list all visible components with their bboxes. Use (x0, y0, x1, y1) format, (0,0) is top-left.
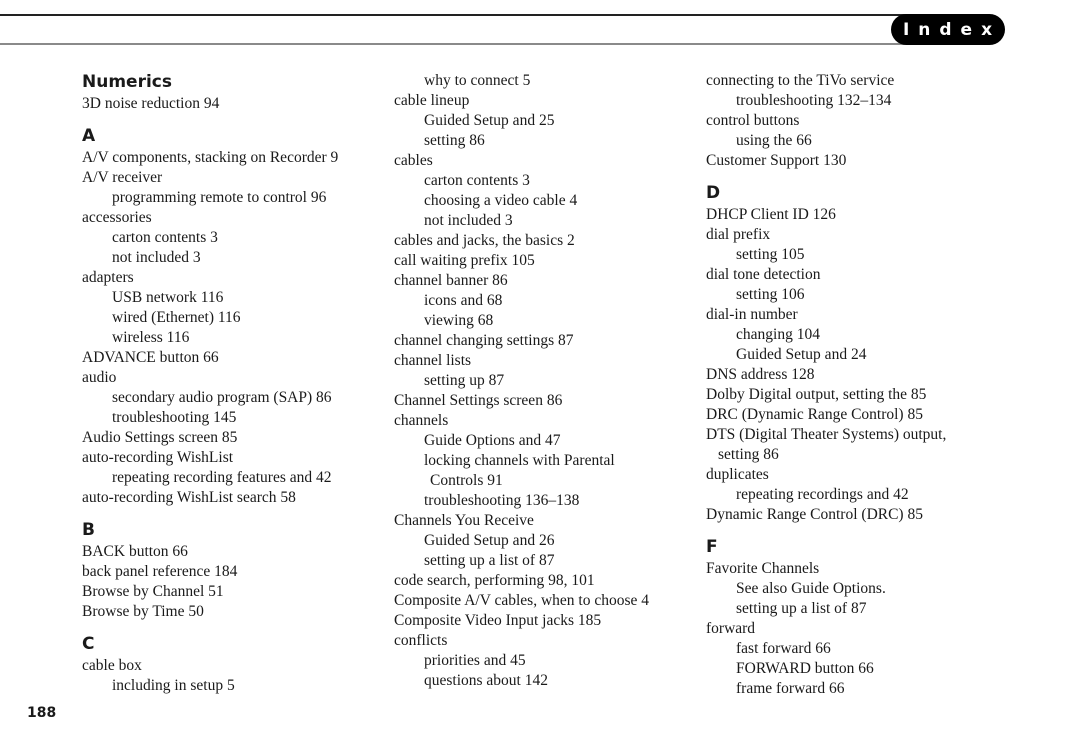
index-subentry: priorities and 45 (424, 652, 526, 669)
index-subentry: setting 105 (736, 246, 805, 263)
index-entry: control buttons (706, 112, 800, 129)
index-entry: dial-in number (706, 306, 798, 323)
index-subentry: setting 106 (736, 286, 805, 303)
index-entry: Channels You Receive (394, 512, 534, 529)
index-subentry: fast forward 66 (736, 640, 831, 657)
index-subentry: troubleshooting 145 (112, 409, 237, 426)
index-entry: Audio Settings screen 85 (82, 429, 238, 446)
index-entry: A/V receiver (82, 169, 163, 186)
index-entry: DNS address 128 (706, 366, 815, 383)
index-subentry: questions about 142 (424, 672, 548, 689)
index-subentry: repeating recording features and 42 (112, 469, 332, 486)
letter-heading: B (82, 520, 95, 540)
index-entry: call waiting prefix 105 (394, 252, 535, 269)
index-entry: adapters (82, 269, 134, 286)
index-entry: ADVANCE button 66 (82, 349, 219, 366)
index-entry: audio (82, 369, 117, 386)
index-subentry: FORWARD button 66 (736, 660, 874, 677)
index-subentry: using the 66 (736, 132, 812, 149)
section-tab-label: Index (902, 19, 1002, 40)
index-subentry: changing 104 (736, 326, 820, 343)
index-subentry: setting up a list of 87 (424, 552, 555, 569)
index-entry: Composite A/V cables, when to choose 4 (394, 592, 650, 609)
index-subentry: icons and 68 (424, 292, 503, 309)
index-subentry: troubleshooting 132–134 (736, 92, 892, 109)
index-entry: cable lineup (394, 92, 470, 109)
index-subentry: including in setup 5 (112, 677, 235, 694)
index-subentry: secondary audio program (SAP) 86 (112, 389, 332, 406)
index-subentry: Guided Setup and 24 (736, 346, 867, 363)
index-entry: Favorite Channels (706, 560, 820, 577)
index-subentry: setting up 87 (424, 372, 505, 389)
letter-heading: A (82, 126, 96, 146)
index-entry: code search, performing 98, 101 (394, 572, 595, 589)
index-entry: DRC (Dynamic Range Control) 85 (706, 406, 923, 423)
letter-heading: F (706, 537, 718, 557)
index-entry: Customer Support 130 (706, 152, 847, 169)
index-entry: cables (394, 152, 433, 169)
index-subentry: wireless 116 (112, 329, 190, 346)
index-subentry: frame forward 66 (736, 680, 845, 697)
index-entry: channel lists (394, 352, 472, 369)
index-entry: channels (394, 412, 449, 429)
index-entry: Browse by Time 50 (82, 603, 204, 620)
index-subentry: Guided Setup and 26 (424, 532, 555, 549)
index-subentry: Guide Options and 47 (424, 432, 561, 449)
index-entry: dial tone detection (706, 266, 821, 283)
index-entry: duplicates (706, 466, 769, 483)
index-entry: DTS (Digital Theater Systems) output, (706, 426, 947, 443)
index-subentry: not included 3 (424, 212, 513, 229)
index-subentry: not included 3 (112, 249, 201, 266)
index-entry: accessories (82, 209, 152, 226)
index-subentry: Guided Setup and 25 (424, 112, 555, 129)
index-subentry: why to connect 5 (424, 72, 531, 89)
letter-heading: D (706, 183, 721, 203)
section-tab-index: Index (891, 14, 1005, 45)
letter-heading: Numerics (82, 72, 172, 92)
index-entry: connecting to the TiVo service (706, 72, 895, 89)
index-entry: Controls 91 (430, 472, 503, 489)
index-column-3: connecting to the TiVo service troublesho… (706, 71, 1006, 699)
header-rule-top (0, 14, 910, 16)
index-entry: back panel reference 184 (82, 563, 238, 580)
index-entry: cable box (82, 657, 142, 674)
index-entry: Channel Settings screen 86 (394, 392, 563, 409)
index-entry: 3D noise reduction 94 (82, 95, 220, 112)
index-entry: Dolby Digital output, setting the 85 (706, 386, 927, 403)
index-subentry: troubleshooting 136–138 (424, 492, 580, 509)
index-column-1: Numerics 3D noise reduction 94 A A/V compon… (82, 70, 382, 696)
letter-heading: C (82, 634, 95, 654)
index-entry: channel banner 86 (394, 272, 508, 289)
header-rule-bottom (0, 43, 910, 45)
index-subentry: repeating recordings and 42 (736, 486, 909, 503)
index-subentry: USB network 116 (112, 289, 224, 306)
index-entry: dial prefix (706, 226, 771, 243)
index-entry: forward (706, 620, 756, 637)
index-subentry: wired (Ethernet) 116 (112, 309, 241, 326)
index-entry: channel changing settings 87 (394, 332, 574, 349)
index-entry: Dynamic Range Control (DRC) 85 (706, 506, 923, 523)
page-number: 188 (27, 705, 57, 721)
index-entry: Browse by Channel 51 (82, 583, 224, 600)
index-entry: auto-recording WishList (82, 449, 234, 466)
index-column-2: why to connect 5 cable lineup Guided Setup… (394, 71, 694, 691)
index-entry: DHCP Client ID 126 (706, 206, 836, 223)
index-entry: A/V components, stacking on Recorder 9 (82, 149, 339, 166)
index-entry: setting 86 (718, 446, 779, 463)
index-entry: cables and jacks, the basics 2 (394, 232, 575, 249)
index-entry: Composite Video Input jacks 185 (394, 612, 602, 629)
index-subentry: programming remote to control 96 (112, 189, 327, 206)
index-entry: conflicts (394, 632, 448, 649)
index-subentry: locking channels with Parental (424, 452, 615, 469)
index-entry: BACK button 66 (82, 543, 188, 560)
index-subentry: carton contents 3 (424, 172, 530, 189)
index-subentry: See also Guide Options. (736, 580, 886, 597)
index-subentry: setting up a list of 87 (736, 600, 867, 617)
index-subentry: choosing a video cable 4 (424, 192, 578, 209)
index-subentry: carton contents 3 (112, 229, 218, 246)
index-subentry: setting 86 (424, 132, 485, 149)
index-entry: auto-recording WishList search 58 (82, 489, 296, 506)
index-subentry: viewing 68 (424, 312, 494, 329)
